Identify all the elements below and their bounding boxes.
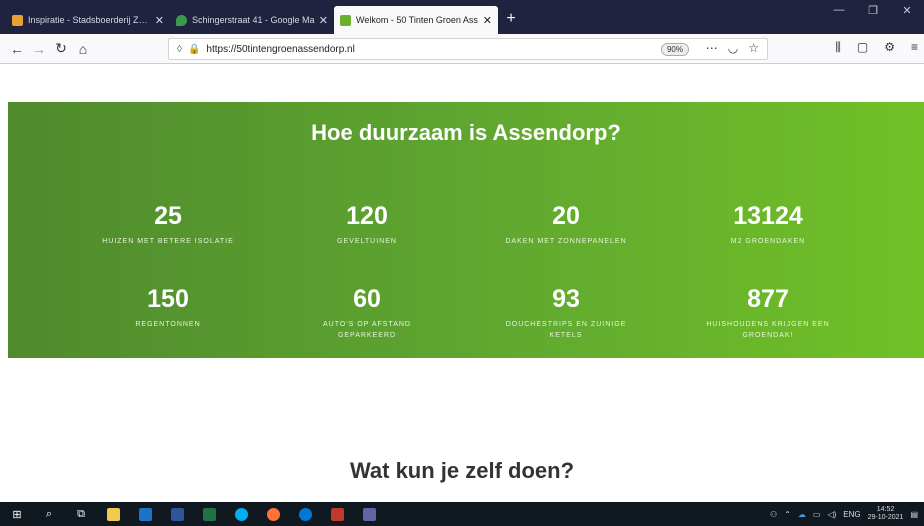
shield-icon: ◊ bbox=[177, 43, 182, 55]
windows-taskbar: ⊞ ⌕ ⧉ ⚇ ⌃ ☁ ▭ ◁) ENG 14:52 29-10-2021 ▤ bbox=[0, 502, 924, 526]
next-section-heading: Wat kun je zelf doen? bbox=[349, 458, 575, 483]
system-tray: ⚇ ⌃ ☁ ▭ ◁) ENG 14:52 29-10-2021 ▤ bbox=[763, 506, 918, 522]
stat-label: DAKEN MET ZONNEPANELEN bbox=[505, 238, 627, 245]
browser-tab-bar: Inspiratie - Stadsboerderij Zwol ✕ Schin… bbox=[0, 0, 924, 34]
edge-icon[interactable] bbox=[294, 502, 316, 526]
home-icon[interactable]: ⌂ bbox=[72, 41, 94, 57]
tab-favicon-icon bbox=[340, 14, 351, 26]
language-indicator[interactable]: ENG bbox=[843, 510, 860, 519]
start-icon[interactable]: ⊞ bbox=[6, 502, 28, 526]
people-icon[interactable]: ⚇ bbox=[770, 510, 777, 519]
url-bar[interactable]: ◊ 🔒 https://50tintengroenassendorp.nl 90… bbox=[168, 38, 768, 60]
stat-item: 877 HUISHOUDENS KRIJGEN EEN GROENDAK! bbox=[673, 285, 863, 341]
new-tab-button[interactable]: + bbox=[498, 6, 524, 34]
stat-item: 25 HUIZEN MET BETERE ISOLATIE bbox=[73, 202, 263, 247]
stat-label: HUISHOUDENS KRIJGEN EEN GROENDAK! bbox=[706, 321, 830, 339]
teams-icon[interactable] bbox=[358, 502, 380, 526]
stat-label: DOUCHESTRIPS EN ZUINIGE KETELS bbox=[505, 321, 627, 339]
search-icon[interactable]: ⌕ bbox=[38, 502, 60, 526]
navigation-bar: ← → ↻ ⌂ ◊ 🔒 https://50tintengroenassendo… bbox=[0, 34, 924, 64]
volume-icon[interactable]: ◁) bbox=[827, 510, 836, 519]
stat-item: 20 DAKEN MET ZONNEPANELEN bbox=[471, 202, 661, 247]
sustainability-stats-section: Hoe duurzaam is Assendorp? 25 HUIZEN MET… bbox=[8, 102, 924, 358]
url-text: https://50tintengroenassendorp.nl bbox=[206, 43, 355, 55]
restore-icon[interactable]: ❐ bbox=[856, 4, 890, 17]
tab-title: Schingerstraat 41 - Google Ma bbox=[192, 15, 315, 25]
clock-time: 14:52 bbox=[876, 506, 895, 513]
maps-pin-icon bbox=[176, 14, 187, 26]
menu-icon[interactable]: ≡ bbox=[911, 40, 918, 55]
stat-value: 20 bbox=[552, 202, 580, 230]
tab-inspiratie[interactable]: Inspiratie - Stadsboerderij Zwol ✕ bbox=[6, 6, 170, 34]
onedrive-icon[interactable]: ☁ bbox=[798, 510, 806, 519]
close-icon[interactable]: ✕ bbox=[319, 14, 328, 27]
skype-icon[interactable] bbox=[230, 502, 252, 526]
forward-icon[interactable]: → bbox=[28, 41, 50, 57]
tab-title: Inspiratie - Stadsboerderij Zwol bbox=[28, 15, 151, 25]
stat-value: 60 bbox=[353, 285, 381, 313]
zoom-level[interactable]: 90% bbox=[660, 43, 689, 56]
file-explorer-icon[interactable] bbox=[102, 502, 124, 526]
window-controls: — ❐ ✕ bbox=[822, 4, 924, 17]
section-title: Hoe duurzaam is Assendorp? bbox=[311, 120, 621, 145]
more-actions-icon[interactable]: ⋯ bbox=[706, 41, 718, 55]
stat-item: 150 REGENTONNEN bbox=[73, 285, 263, 330]
notification-icon[interactable]: ▤ bbox=[910, 510, 918, 519]
sidebar-icon[interactable]: ▢ bbox=[857, 40, 868, 55]
task-view-icon[interactable]: ⧉ bbox=[70, 502, 92, 526]
stat-item: 93 DOUCHESTRIPS EN ZUINIGE KETELS bbox=[471, 285, 661, 341]
clock[interactable]: 14:52 29-10-2021 bbox=[868, 506, 904, 522]
tab-title: Welkom - 50 Tinten Groen Ass bbox=[356, 15, 478, 25]
stat-value: 150 bbox=[147, 285, 189, 313]
tab-google-maps[interactable]: Schingerstraat 41 - Google Ma ✕ bbox=[170, 6, 334, 34]
stat-value: 13124 bbox=[733, 202, 803, 230]
stat-item: 13124 M2 GROENDAKEN bbox=[673, 202, 863, 247]
stat-value: 93 bbox=[552, 285, 580, 313]
minimize-icon[interactable]: — bbox=[822, 4, 856, 17]
network-icon[interactable]: ▭ bbox=[813, 510, 821, 519]
pocket-icon[interactable]: ◡ bbox=[728, 41, 738, 55]
stat-label: M2 GROENDAKEN bbox=[730, 238, 806, 245]
lock-icon: 🔒 bbox=[187, 43, 201, 55]
stat-value: 877 bbox=[747, 285, 789, 313]
word-icon[interactable] bbox=[166, 502, 188, 526]
firefox-icon[interactable] bbox=[262, 502, 284, 526]
close-icon[interactable]: ✕ bbox=[483, 14, 492, 27]
stat-label: GEVELTUINEN bbox=[337, 238, 397, 245]
back-icon[interactable]: ← bbox=[6, 41, 28, 57]
stat-label: HUIZEN MET BETERE ISOLATIE bbox=[102, 238, 234, 245]
tab-favicon-icon bbox=[12, 14, 23, 26]
chevron-up-icon[interactable]: ⌃ bbox=[784, 510, 791, 519]
tab-welkom[interactable]: Welkom - 50 Tinten Groen Ass ✕ bbox=[334, 6, 498, 34]
close-window-icon[interactable]: ✕ bbox=[890, 4, 924, 17]
stat-item: 60 AUTO'S OP AFSTAND GEPARKEERD bbox=[272, 285, 462, 341]
stat-label: REGENTONNEN bbox=[135, 321, 201, 328]
close-icon[interactable]: ✕ bbox=[155, 14, 164, 27]
stat-value: 120 bbox=[346, 202, 388, 230]
extension-icon[interactable]: ⚙ bbox=[884, 40, 895, 55]
stat-label: AUTO'S OP AFSTAND GEPARKEERD bbox=[323, 321, 411, 339]
bookmark-star-icon[interactable]: ☆ bbox=[748, 41, 759, 55]
library-icon[interactable]: ⫼ bbox=[835, 40, 841, 55]
clock-date: 29-10-2021 bbox=[867, 514, 904, 521]
reload-icon[interactable]: ↻ bbox=[50, 40, 72, 57]
stat-value: 25 bbox=[154, 202, 182, 230]
stat-item: 120 GEVELTUINEN bbox=[272, 202, 462, 247]
app-icon[interactable] bbox=[326, 502, 348, 526]
outlook-icon[interactable] bbox=[134, 502, 156, 526]
excel-icon[interactable] bbox=[198, 502, 220, 526]
